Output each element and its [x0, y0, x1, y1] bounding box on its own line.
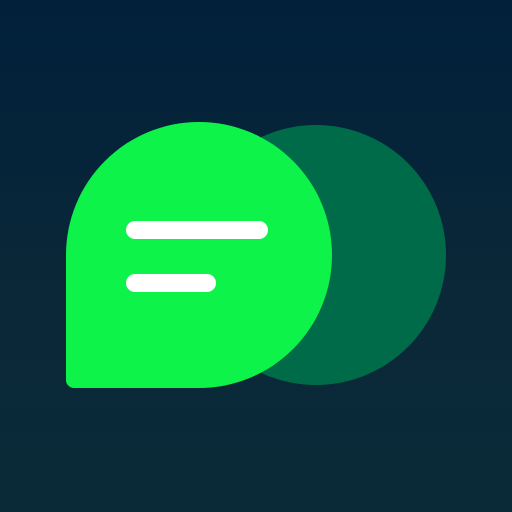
short-text-line-icon	[126, 274, 216, 292]
chat-bubbles-icon	[66, 122, 446, 388]
front-bubble-icon	[66, 122, 332, 388]
app-icon-background	[0, 0, 512, 512]
long-text-line-icon	[126, 221, 268, 239]
